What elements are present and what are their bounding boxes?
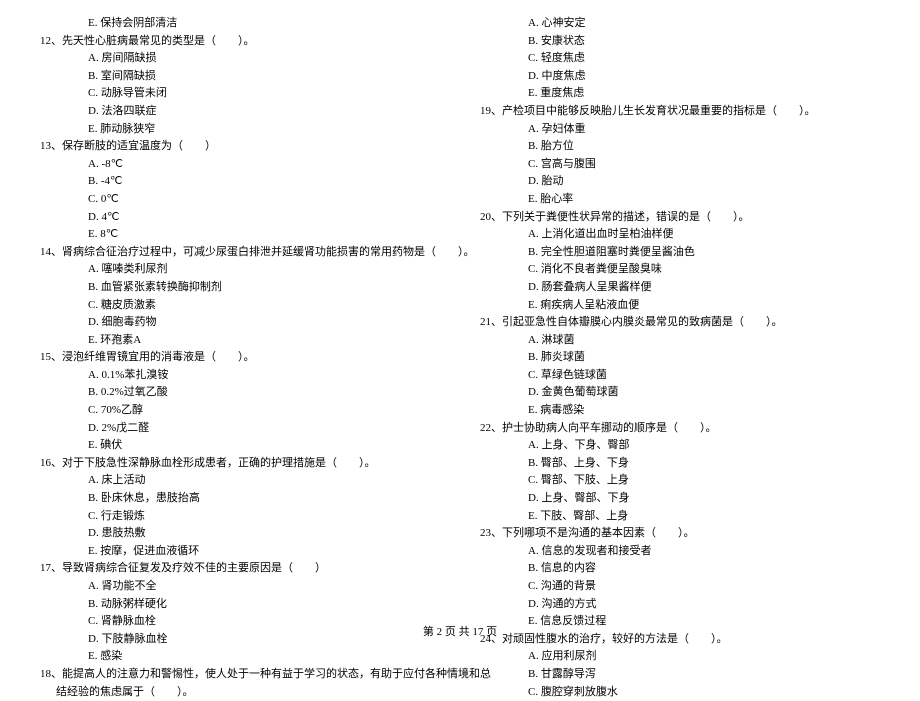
answer-option: D. 患肢热敷 — [40, 525, 440, 543]
answer-option: B. 完全性胆道阻塞时粪便呈酱油色 — [480, 244, 880, 262]
answer-option: E. 下肢、臀部、上身 — [480, 508, 880, 526]
answer-option: B. 动脉粥样硬化 — [40, 596, 440, 614]
answer-option: A. 心神安定 — [480, 15, 880, 33]
answer-option: B. 卧床休息，患肢抬高 — [40, 490, 440, 508]
question-stem: 13、保存断肢的适宜温度为（ ） — [40, 138, 440, 156]
page-footer: 第 2 页 共 17 页 — [0, 624, 920, 642]
answer-option: B. 安康状态 — [480, 33, 880, 51]
answer-option: E. 痢疾病人呈粘液血便 — [480, 297, 880, 315]
answer-option: E. 病毒感染 — [480, 402, 880, 420]
left-column: E. 保持会阴部清洁12、先天性心脏病最常见的类型是（ ）。A. 房间隔缺损B.… — [40, 15, 440, 615]
answer-option: A. 信息的发现者和接受者 — [480, 543, 880, 561]
answer-option: D. 沟通的方式 — [480, 596, 880, 614]
answer-option: D. 胎动 — [480, 173, 880, 191]
answer-option: D. 2%戊二醛 — [40, 420, 440, 438]
answer-option: C. 糖皮质激素 — [40, 297, 440, 315]
question-stem: 17、导致肾病综合征复发及疗效不佳的主要原因是（ ） — [40, 560, 440, 578]
answer-option: A. 房间隔缺损 — [40, 50, 440, 68]
answer-option: D. 肠套叠病人呈果酱样便 — [480, 279, 880, 297]
answer-option: C. 沟通的背景 — [480, 578, 880, 596]
answer-option: A. 淋球菌 — [480, 332, 880, 350]
question-stem: 16、对于下肢急性深静脉血栓形成患者，正确的护理措施是（ ）。 — [40, 455, 440, 473]
answer-option: A. 孕妇体重 — [480, 121, 880, 139]
answer-option: A. 噻嗪类利尿剂 — [40, 261, 440, 279]
answer-option: E. 感染 — [40, 648, 440, 666]
question-stem: 15、浸泡纤维胃镜宜用的消毒液是（ ）。 — [40, 349, 440, 367]
answer-option: A. 上消化道出血时呈柏油样便 — [480, 226, 880, 244]
answer-option: A. -8℃ — [40, 156, 440, 174]
answer-option: C. 0℃ — [40, 191, 440, 209]
answer-option: C. 动脉导管未闭 — [40, 85, 440, 103]
question-stem: 23、下列哪项不是沟通的基本因素（ ）。 — [480, 525, 880, 543]
answer-option: A. 应用利尿剂 — [480, 648, 880, 666]
answer-option: B. 0.2%过氧乙酸 — [40, 384, 440, 402]
answer-option: B. 臀部、上身、下身 — [480, 455, 880, 473]
answer-option: B. 肺炎球菌 — [480, 349, 880, 367]
answer-option: E. 碘伏 — [40, 437, 440, 455]
answer-option: B. 室间隔缺损 — [40, 68, 440, 86]
answer-option: C. 草绿色链球菌 — [480, 367, 880, 385]
answer-option: E. 保持会阴部清洁 — [40, 15, 440, 33]
answer-option: E. 重度焦虑 — [480, 85, 880, 103]
answer-option: D. 金黄色葡萄球菌 — [480, 384, 880, 402]
answer-option: C. 行走锻炼 — [40, 508, 440, 526]
answer-option: C. 臀部、下肢、上身 — [480, 472, 880, 490]
answer-option: B. 甘露醇导泻 — [480, 666, 880, 684]
answer-option: B. -4℃ — [40, 173, 440, 191]
answer-option: E. 8℃ — [40, 226, 440, 244]
answer-option: A. 上身、下身、臀部 — [480, 437, 880, 455]
answer-option: A. 0.1%苯扎溴铵 — [40, 367, 440, 385]
answer-option: D. 中度焦虑 — [480, 68, 880, 86]
answer-option: D. 上身、臀部、下身 — [480, 490, 880, 508]
answer-option: A. 床上活动 — [40, 472, 440, 490]
answer-option: B. 胎方位 — [480, 138, 880, 156]
question-stem: 22、护士协助病人向平车挪动的顺序是（ ）。 — [480, 420, 880, 438]
answer-option: A. 肾功能不全 — [40, 578, 440, 596]
question-stem: 12、先天性心脏病最常见的类型是（ ）。 — [40, 33, 440, 51]
question-continuation: 结经验的焦虑属于（ ）。 — [40, 684, 440, 701]
answer-option: E. 环孢素A — [40, 332, 440, 350]
answer-option: B. 血管紧张素转换酶抑制剂 — [40, 279, 440, 297]
question-stem: 14、肾病综合征治疗过程中，可减少尿蛋白排泄并延缓肾功能损害的常用药物是（ ）。 — [40, 244, 440, 262]
answer-option: D. 细胞毒药物 — [40, 314, 440, 332]
answer-option: C. 宫高与腹围 — [480, 156, 880, 174]
answer-option: D. 4℃ — [40, 209, 440, 227]
question-stem: 18、能提高人的注意力和警惕性，使人处于一种有益于学习的状态，有助于应付各种情境… — [40, 666, 440, 684]
answer-option: C. 轻度焦虑 — [480, 50, 880, 68]
question-stem: 19、产检项目中能够反映胎儿生长发育状况最重要的指标是（ ）。 — [480, 103, 880, 121]
answer-option: D. 法洛四联症 — [40, 103, 440, 121]
answer-option: E. 按摩，促进血液循环 — [40, 543, 440, 561]
right-column: A. 心神安定B. 安康状态C. 轻度焦虑D. 中度焦虑E. 重度焦虑19、产检… — [480, 15, 880, 615]
answer-option: C. 腹腔穿刺放腹水 — [480, 684, 880, 701]
answer-option: B. 信息的内容 — [480, 560, 880, 578]
question-stem: 21、引起亚急性自体瓣膜心内膜炎最常见的致病菌是（ ）。 — [480, 314, 880, 332]
answer-option: E. 肺动脉狭窄 — [40, 121, 440, 139]
answer-option: C. 70%乙醇 — [40, 402, 440, 420]
answer-option: C. 消化不良者粪便呈酸臭味 — [480, 261, 880, 279]
answer-option: E. 胎心率 — [480, 191, 880, 209]
question-stem: 20、下列关于粪便性状异常的描述，错误的是（ ）。 — [480, 209, 880, 227]
